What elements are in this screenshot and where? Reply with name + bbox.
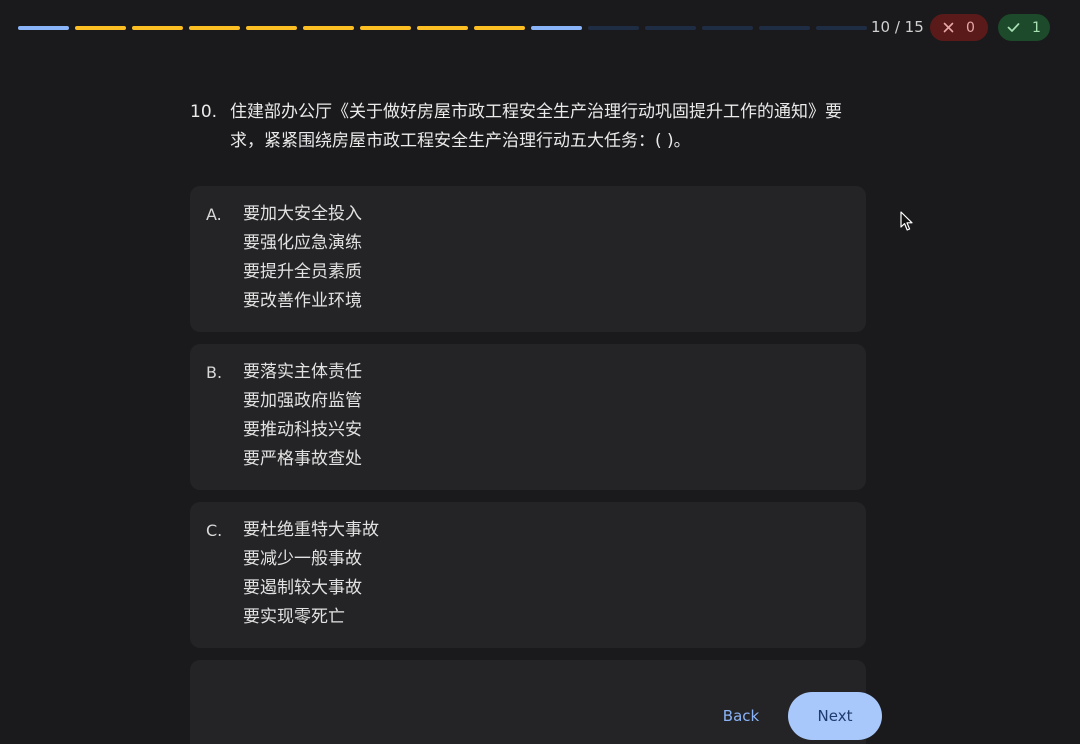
- progress-segment-correct: [18, 26, 69, 30]
- option-line: 要减少一般事故: [243, 549, 362, 569]
- question-text: 住建部办公厅《关于做好房屋市政工程安全生产治理行动巩固提升工作的通知》要求，紧紧…: [230, 102, 842, 151]
- progress-segment-wrong: [474, 26, 525, 30]
- option-a[interactable]: A. 要加大安全投入 要强化应急演练 要提升全员素质 要改善作业环境: [190, 186, 866, 332]
- progress-segment-wrong: [132, 26, 183, 30]
- option-line: 要改善作业环境: [243, 291, 362, 311]
- question-counter: 10 / 15: [871, 18, 924, 36]
- option-line: 要严格事故查处: [243, 449, 362, 469]
- back-button[interactable]: Back: [712, 700, 770, 732]
- progress-segment-wrong: [189, 26, 240, 30]
- option-letter: C.: [206, 521, 223, 540]
- option-line: 要强化应急演练: [243, 233, 362, 253]
- option-letter: A.: [206, 205, 222, 224]
- progress-segment-pending: [702, 26, 753, 30]
- quiz-page: 10 / 15 0 1 10. 住建部办公厅《关于做好房屋市政工程安全生产治理行…: [0, 0, 1080, 744]
- option-line: 要落实主体责任: [243, 362, 362, 382]
- progress-segment-pending: [588, 26, 639, 30]
- wrong-count: 0: [966, 19, 975, 36]
- option-letter: B.: [206, 363, 223, 382]
- option-line: 要推动科技兴安: [243, 420, 362, 440]
- progress-segment-pending: [816, 26, 867, 30]
- question: 10. 住建部办公厅《关于做好房屋市政工程安全生产治理行动巩固提升工作的通知》要…: [190, 98, 870, 156]
- progress-bar: [18, 26, 867, 30]
- next-button[interactable]: Next: [788, 692, 882, 740]
- close-icon: [943, 22, 954, 33]
- progress-segment-wrong: [417, 26, 468, 30]
- option-line: 要加大安全投入: [243, 204, 362, 224]
- option-line: 要实现零死亡: [243, 607, 345, 627]
- correct-count-badge: 1: [998, 14, 1050, 41]
- progress-segment-wrong: [360, 26, 411, 30]
- option-b[interactable]: B. 要落实主体责任 要加强政府监管 要推动科技兴安 要严格事故查处: [190, 344, 866, 490]
- option-line: 要加强政府监管: [243, 391, 362, 411]
- progress-segment-pending: [759, 26, 810, 30]
- option-line: 要杜绝重特大事故: [243, 520, 379, 540]
- mouse-cursor-icon: [900, 211, 914, 236]
- question-number: 10.: [190, 102, 218, 122]
- wrong-count-badge: 0: [930, 14, 988, 41]
- progress-segment-wrong: [303, 26, 354, 30]
- correct-count: 1: [1032, 19, 1041, 36]
- progress-segment-pending: [645, 26, 696, 30]
- progress-segment-wrong: [75, 26, 126, 30]
- progress-segment-current: [531, 26, 582, 30]
- progress-segment-wrong: [246, 26, 297, 30]
- check-icon: [1007, 22, 1020, 33]
- option-line: 要提升全员素质: [243, 262, 362, 282]
- option-line: 要遏制较大事故: [243, 578, 362, 598]
- option-c[interactable]: C. 要杜绝重特大事故 要减少一般事故 要遏制较大事故 要实现零死亡: [190, 502, 866, 648]
